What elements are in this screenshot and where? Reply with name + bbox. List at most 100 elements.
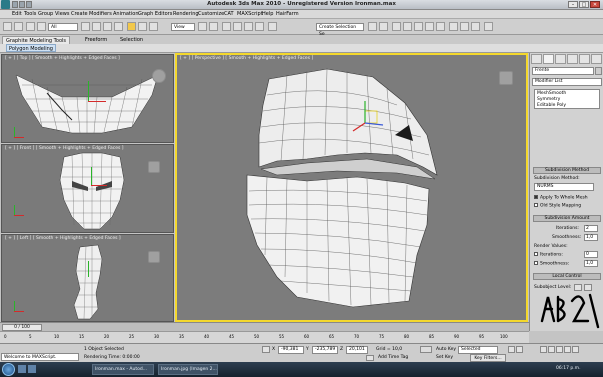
orbit-icon[interactable] bbox=[564, 346, 571, 353]
viewcube-top-icon[interactable] bbox=[152, 69, 166, 83]
render-smoothness-check-icon[interactable] bbox=[534, 261, 538, 265]
menu-hairfarm[interactable]: HairFarm bbox=[276, 11, 299, 17]
viewcube-front-icon[interactable] bbox=[148, 161, 160, 173]
subdivision-method-dropdown[interactable]: NURMS bbox=[534, 183, 594, 191]
named-selection-dropdown[interactable]: Create Selection Se bbox=[316, 23, 364, 37]
align-icon[interactable] bbox=[379, 22, 388, 31]
start-button[interactable] bbox=[2, 363, 15, 376]
menu-views[interactable]: Views bbox=[55, 11, 69, 17]
viewport-front[interactable]: [ + ] [ Front ] [ Smooth + Highlights + … bbox=[1, 144, 174, 233]
pivot-icon[interactable] bbox=[198, 22, 207, 31]
maximize-button[interactable]: □ bbox=[579, 1, 589, 8]
hierarchy-tab-icon[interactable] bbox=[555, 54, 566, 64]
menu-rendering[interactable]: Rendering bbox=[173, 11, 199, 17]
select-rotate-icon[interactable] bbox=[138, 22, 147, 31]
menu-customize[interactable]: Customize bbox=[198, 11, 224, 17]
menu-group[interactable]: Group bbox=[38, 11, 53, 17]
key-icon[interactable] bbox=[420, 346, 432, 353]
apply-whole-mesh-check-icon[interactable] bbox=[534, 195, 538, 199]
apply-whole-mesh-checkbox[interactable]: Apply To Whole Mesh bbox=[534, 195, 588, 201]
pan-icon[interactable] bbox=[556, 346, 563, 353]
rendered-frame-icon[interactable] bbox=[460, 22, 469, 31]
quicklaunch-icon[interactable] bbox=[18, 365, 26, 373]
link-icon[interactable] bbox=[26, 22, 35, 31]
viewport-perspective[interactable]: [ + ] [ Perspective ] [ Smooth + Highlig… bbox=[175, 53, 528, 322]
tab-freeform[interactable]: Freeform bbox=[82, 36, 110, 44]
old-style-mapping-checkbox[interactable]: Old Style Mapping bbox=[534, 203, 581, 209]
display-tab-icon[interactable] bbox=[579, 54, 590, 64]
viewcube-left-icon[interactable] bbox=[148, 251, 160, 263]
unlink-icon[interactable] bbox=[37, 22, 46, 31]
spinner-snap-icon[interactable] bbox=[255, 22, 264, 31]
go-start-icon[interactable] bbox=[508, 346, 515, 353]
layer-manager-icon[interactable] bbox=[392, 22, 401, 31]
teapot-icon[interactable] bbox=[484, 22, 493, 31]
zoom-all-icon[interactable] bbox=[548, 346, 555, 353]
menu-maxscript[interactable]: MAXScript bbox=[237, 11, 263, 17]
select-object-icon[interactable] bbox=[81, 22, 90, 31]
menu-help[interactable]: Help bbox=[262, 11, 273, 17]
render-iterations-check-icon[interactable] bbox=[534, 252, 538, 256]
play-icon[interactable] bbox=[516, 346, 523, 353]
set-key-button[interactable]: Set Key bbox=[436, 355, 453, 360]
motion-tab-icon[interactable] bbox=[567, 54, 578, 64]
taskbar-item-image[interactable]: Ironman.jpg (Imagen 2... bbox=[158, 364, 218, 375]
smoothness-spinner[interactable]: 1,0 bbox=[584, 234, 598, 241]
render-smoothness-spinner[interactable]: 1,0 bbox=[584, 260, 598, 267]
edit-named-sel-icon[interactable] bbox=[268, 22, 277, 31]
track-bar[interactable]: 0 5 10 15 20 25 30 35 40 45 50 55 60 65 … bbox=[0, 331, 529, 343]
modify-tab-icon[interactable] bbox=[543, 54, 554, 64]
taskbar-item-3dsmax[interactable]: Ironman.max - Autod... bbox=[92, 364, 154, 375]
time-slider-thumb[interactable]: 0 / 100 bbox=[2, 324, 42, 331]
quicklaunch-icon[interactable] bbox=[28, 365, 36, 373]
menu-graph-editors[interactable]: Graph Editors bbox=[138, 11, 172, 17]
tab-graphite-modeling-tools[interactable]: Graphite Modeling Tools bbox=[2, 36, 71, 44]
subdivision-amount-rollout[interactable]: Subdivision Amount bbox=[533, 215, 601, 222]
close-button[interactable]: ✕ bbox=[590, 1, 600, 8]
zoom-icon[interactable] bbox=[540, 346, 547, 353]
stack-item-meshsmooth[interactable]: MeshSmooth bbox=[537, 91, 566, 96]
subobject-vertex-icon[interactable] bbox=[574, 284, 582, 291]
mirror-icon[interactable] bbox=[368, 22, 377, 31]
select-move-icon[interactable] bbox=[127, 22, 136, 31]
menu-animation[interactable]: Animation bbox=[113, 11, 139, 17]
lock-selection-icon[interactable] bbox=[262, 346, 270, 353]
select-scale-icon[interactable] bbox=[149, 22, 158, 31]
render-iterations-spinner[interactable]: 0 bbox=[584, 251, 598, 258]
minimize-button[interactable]: – bbox=[568, 1, 578, 8]
redo-icon[interactable] bbox=[14, 22, 23, 31]
menu-tools[interactable]: Tools bbox=[24, 11, 36, 17]
snaps-toggle-icon[interactable] bbox=[222, 22, 231, 31]
render-setup-icon[interactable] bbox=[449, 22, 458, 31]
viewcube-perspective-icon[interactable] bbox=[499, 71, 513, 85]
front-gizmo-y-axis[interactable] bbox=[91, 167, 93, 185]
utilities-tab-icon[interactable] bbox=[591, 54, 602, 64]
undo-icon[interactable] bbox=[3, 22, 12, 31]
old-style-mapping-check-icon[interactable] bbox=[534, 203, 538, 207]
y-coord-field[interactable]: -235,789 bbox=[312, 346, 338, 354]
gizmo-y-axis[interactable] bbox=[88, 81, 90, 101]
percent-snap-icon[interactable] bbox=[244, 22, 253, 31]
gizmo-x-axis[interactable] bbox=[88, 101, 106, 103]
key-mode-dropdown[interactable]: Selected bbox=[458, 346, 498, 354]
menu-cat[interactable]: CAT bbox=[224, 11, 234, 17]
select-by-name-icon[interactable] bbox=[92, 22, 101, 31]
selection-filter-dropdown[interactable]: All bbox=[48, 23, 78, 31]
key-filters-button[interactable]: Key Filters... bbox=[470, 354, 506, 362]
window-crossing-icon[interactable] bbox=[114, 22, 123, 31]
render-icon[interactable] bbox=[471, 22, 480, 31]
auto-key-button[interactable]: Auto Key bbox=[436, 347, 456, 352]
stack-item-symmetry[interactable]: Symmetry bbox=[537, 97, 560, 102]
material-editor-icon[interactable] bbox=[436, 22, 445, 31]
graphite-toggle-icon[interactable] bbox=[403, 22, 412, 31]
modifier-list-dropdown[interactable]: Modifier List bbox=[532, 78, 602, 86]
menu-create[interactable]: Create bbox=[71, 11, 88, 17]
z-coord-field[interactable]: 20,101 bbox=[346, 346, 368, 354]
ref-coord-dropdown[interactable]: View bbox=[171, 23, 195, 31]
object-name-field[interactable]: Frente bbox=[532, 67, 594, 75]
time-tag-icon[interactable] bbox=[366, 355, 374, 361]
object-color-swatch[interactable] bbox=[595, 67, 602, 75]
front-gizmo-x-axis[interactable] bbox=[91, 185, 107, 187]
stack-item-editable-poly[interactable]: Editable Poly bbox=[537, 103, 566, 108]
create-tab-icon[interactable] bbox=[531, 54, 542, 64]
